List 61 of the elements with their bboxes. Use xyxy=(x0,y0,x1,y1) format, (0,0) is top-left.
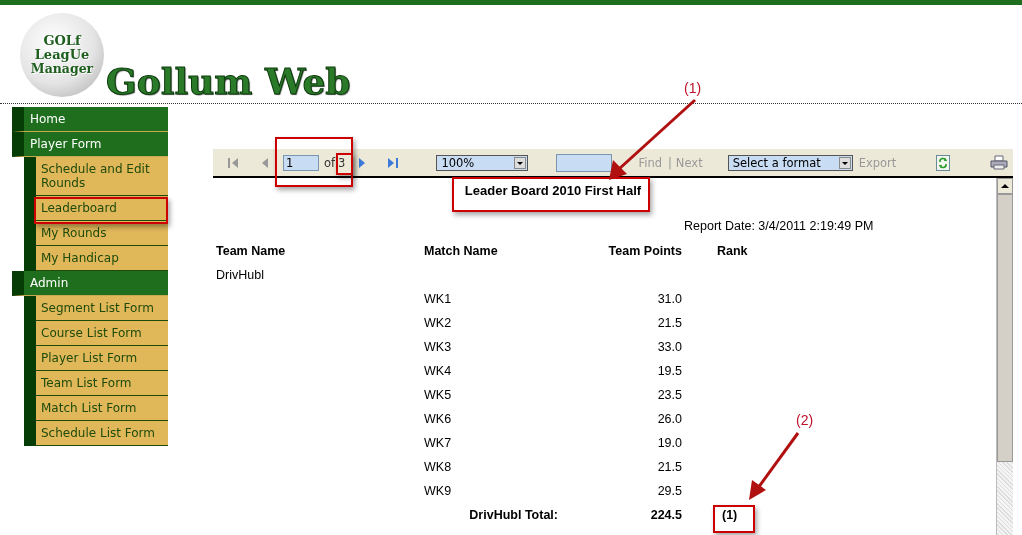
table-cell-text: WK3 xyxy=(424,340,453,354)
table-cell-text: 19.5 xyxy=(656,364,682,378)
logo-text: Manager xyxy=(30,62,94,76)
table-cell-text: 21.5 xyxy=(656,460,682,474)
table-cell-text: 29.5 xyxy=(656,484,682,498)
page-number-field[interactable]: 1 xyxy=(283,154,319,171)
last-page-icon[interactable] xyxy=(387,156,400,169)
highlight-frame xyxy=(713,505,755,533)
nav-item[interactable]: Team List Form xyxy=(36,371,168,396)
callout-arrow xyxy=(746,430,802,502)
separator: | xyxy=(668,155,672,170)
nav-section[interactable]: Player Form xyxy=(12,132,168,157)
table-cell-text: WK6 xyxy=(424,412,453,426)
find-field[interactable] xyxy=(556,153,613,172)
refresh-icon[interactable] xyxy=(936,154,951,171)
nav-item[interactable]: Schedule List Form xyxy=(36,421,168,446)
total-rank: (1) xyxy=(721,508,739,522)
nav-item[interactable]: Segment List Form xyxy=(36,296,168,321)
zoom-dropdown[interactable]: 100% xyxy=(436,154,529,171)
printer-icon[interactable] xyxy=(990,155,1009,170)
nav-item[interactable]: Leaderboard xyxy=(36,196,168,221)
nav-item[interactable]: My Rounds xyxy=(36,221,168,246)
total-label: DrivHubl Total: xyxy=(468,508,559,522)
table-cell-text: 31.0 xyxy=(656,292,682,306)
report-title: Leader Board 2010 First Half xyxy=(463,182,643,199)
table-cell-text: WK4 xyxy=(424,364,453,378)
nav-item[interactable]: Player List Form xyxy=(36,346,168,371)
nav-item[interactable]: Schedule and Edit Rounds xyxy=(36,157,168,196)
of-label: of xyxy=(324,155,336,170)
table-cell-text: 33.0 xyxy=(656,340,682,354)
table-cell-text: WK1 xyxy=(424,292,453,306)
nav-item[interactable]: Course List Form xyxy=(36,321,168,346)
table-cell-text: DrivHubl xyxy=(215,268,265,282)
table-cell-text: 19.0 xyxy=(656,436,682,450)
table-cell-text: WK2 xyxy=(424,316,453,330)
table-cell-text: WK7 xyxy=(424,436,453,450)
total-points: 224.5 xyxy=(649,508,682,522)
format-dropdown[interactable]: Select a format xyxy=(727,154,853,171)
callout-label: (2) xyxy=(796,412,814,428)
report-date: Report Date: 3/4/2011 2:19:49 PM xyxy=(684,219,874,233)
callout-label: (1) xyxy=(684,80,702,96)
column-header: Team Points xyxy=(607,244,682,258)
column-header: Match Name xyxy=(424,244,499,258)
nav-section[interactable]: Home xyxy=(12,107,168,132)
logo-text: LeagUe xyxy=(34,48,90,62)
nav-section[interactable]: Admin xyxy=(12,271,168,296)
nav-item[interactable]: Match List Form xyxy=(36,396,168,421)
table-cell-text: WK9 xyxy=(424,484,453,498)
page-count: 3 xyxy=(338,155,346,170)
site-title: Gollum Web xyxy=(106,61,351,101)
column-header: Rank xyxy=(716,244,749,258)
scrollbar[interactable] xyxy=(996,178,1013,535)
nav-item[interactable]: My Handicap xyxy=(36,246,168,271)
logo-text: GOLf xyxy=(43,34,81,48)
table-cell-text: 21.5 xyxy=(656,316,682,330)
table-cell-text: WK8 xyxy=(424,460,453,474)
table-cell-text: WK5 xyxy=(424,388,453,402)
column-header: Team Name xyxy=(215,244,287,258)
scroll-up-icon[interactable] xyxy=(1001,184,1009,188)
table-cell-text: 23.5 xyxy=(656,388,682,402)
table-cell-text: 26.0 xyxy=(656,412,682,426)
